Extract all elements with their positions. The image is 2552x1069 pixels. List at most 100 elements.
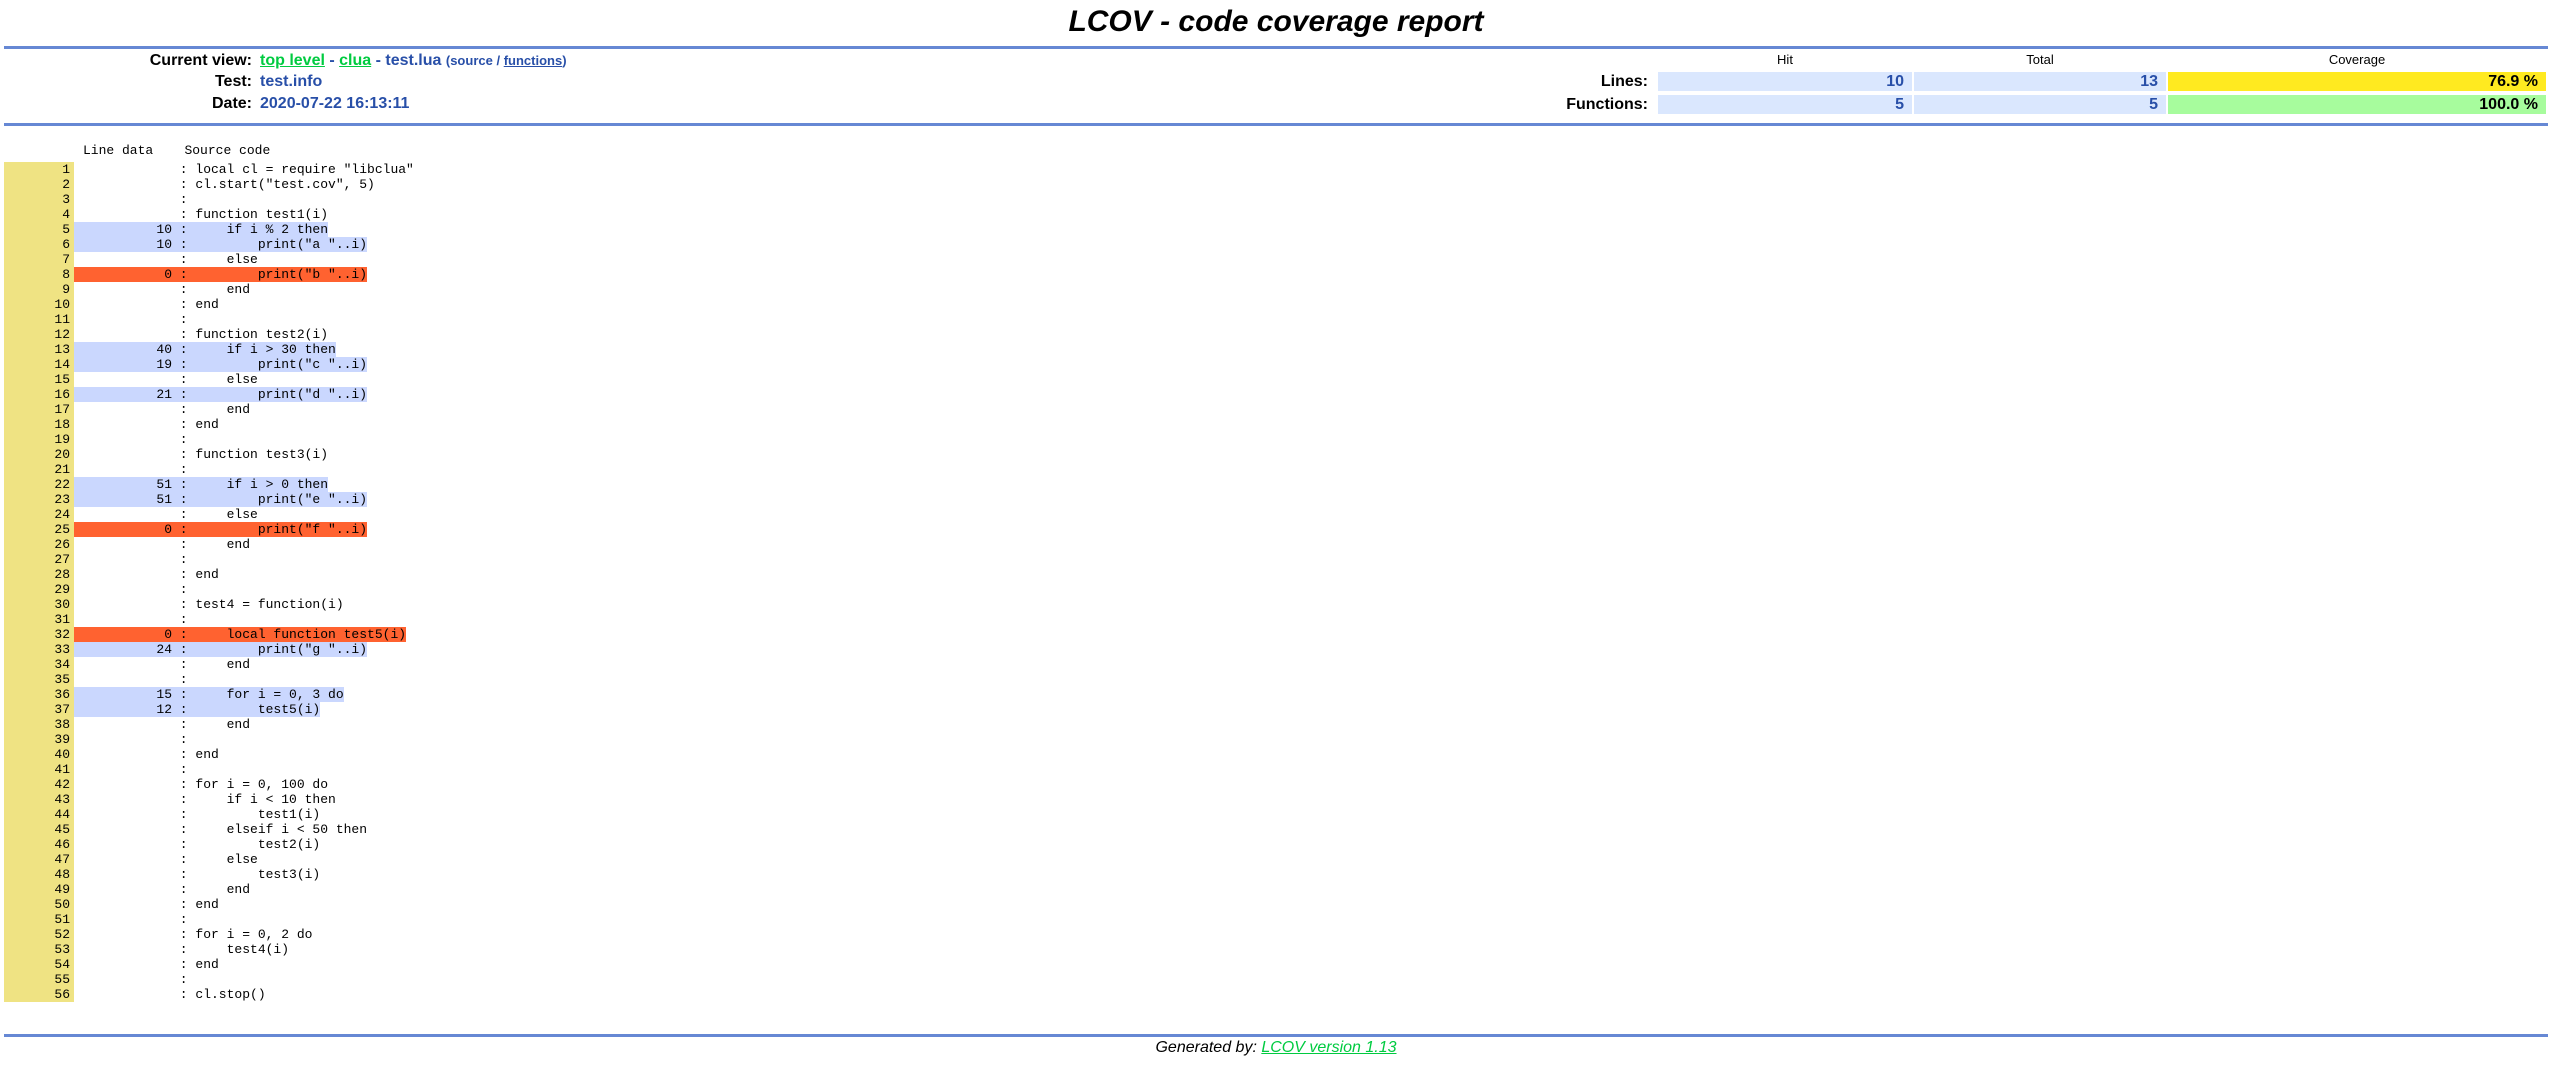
line-number[interactable]: 53 — [4, 942, 74, 957]
line-number[interactable]: 44 — [4, 807, 74, 822]
source-line: 54 : end — [4, 957, 414, 972]
line-number[interactable]: 21 — [4, 462, 74, 477]
line-coverage-plain: : end — [74, 747, 219, 762]
line-coverage-plain: : cl.stop() — [74, 987, 266, 1002]
line-number[interactable]: 26 — [4, 537, 74, 552]
line-number[interactable]: 17 — [4, 402, 74, 417]
line-number[interactable]: 37 — [4, 702, 74, 717]
source-text: print("a "..i) — [195, 237, 368, 252]
line-number[interactable]: 9 — [4, 282, 74, 297]
lines-total: 13 — [1914, 72, 2166, 91]
line-number[interactable]: 55 — [4, 972, 74, 987]
line-number[interactable]: 20 — [4, 447, 74, 462]
line-number[interactable]: 18 — [4, 417, 74, 432]
clua-link[interactable]: clua — [339, 52, 371, 69]
line-number[interactable]: 38 — [4, 717, 74, 732]
line-number[interactable]: 34 — [4, 657, 74, 672]
line-number[interactable]: 35 — [4, 672, 74, 687]
line-number[interactable]: 51 — [4, 912, 74, 927]
line-number[interactable]: 48 — [4, 867, 74, 882]
hit-count: 21 — [156, 387, 172, 402]
line-number[interactable]: 16 — [4, 387, 74, 402]
line-number[interactable]: 39 — [4, 732, 74, 747]
line-coverage-plain: : end — [74, 567, 219, 582]
line-number[interactable]: 33 — [4, 642, 74, 657]
line-number[interactable]: 42 — [4, 777, 74, 792]
line-number[interactable]: 43 — [4, 792, 74, 807]
source-line: 80 : print("b "..i) — [4, 267, 414, 282]
line-number[interactable]: 50 — [4, 897, 74, 912]
line-coverage-plain: : else — [74, 372, 258, 387]
line-number[interactable]: 52 — [4, 927, 74, 942]
count-separator: : — [172, 342, 196, 357]
functions-label: Functions: — [1566, 96, 1648, 113]
line-number[interactable]: 32 — [4, 627, 74, 642]
line-coverage-miss: 0 : print("b "..i) — [74, 267, 368, 282]
count-separator: : — [172, 747, 196, 762]
line-number[interactable]: 45 — [4, 822, 74, 837]
source-text: function test1(i) — [195, 207, 329, 222]
line-number[interactable]: 47 — [4, 852, 74, 867]
line-number[interactable]: 25 — [4, 522, 74, 537]
date-label: Date: — [211, 95, 252, 112]
line-coverage-hit: 15 : for i = 0, 3 do — [74, 687, 344, 702]
line-number[interactable]: 7 — [4, 252, 74, 267]
source-line: 6 10 : print("a "..i) — [4, 237, 414, 252]
line-number[interactable]: 49 — [4, 882, 74, 897]
line-number[interactable]: 13 — [4, 342, 74, 357]
source-line: 20 : function test3(i) — [4, 447, 414, 462]
line-number[interactable]: 36 — [4, 687, 74, 702]
line-number[interactable]: 40 — [4, 747, 74, 762]
line-number[interactable]: 24 — [4, 507, 74, 522]
line-number[interactable]: 14 — [4, 357, 74, 372]
count-separator: : — [172, 477, 196, 492]
lcov-version-link[interactable]: LCOV version 1.13 — [1261, 1039, 1396, 1056]
line-number[interactable]: 56 — [4, 987, 74, 1002]
hit-count: 10 — [156, 237, 172, 252]
source-text: test3(i) — [195, 867, 321, 882]
line-coverage-plain: : end — [74, 957, 219, 972]
source-line: 50 : end — [4, 897, 414, 912]
line-number[interactable]: 29 — [4, 582, 74, 597]
line-number[interactable]: 2 — [4, 177, 74, 192]
source-line: 43 : if i < 10 then — [4, 792, 414, 807]
line-coverage-plain: : function test1(i) — [74, 207, 328, 222]
line-number[interactable]: 19 — [4, 432, 74, 447]
line-number[interactable]: 6 — [4, 237, 74, 252]
source-text: end — [195, 747, 219, 762]
count-separator: : — [172, 912, 196, 927]
count-separator: : — [172, 462, 196, 477]
line-number[interactable]: 10 — [4, 297, 74, 312]
line-number[interactable]: 12 — [4, 327, 74, 342]
line-number[interactable]: 28 — [4, 567, 74, 582]
line-number[interactable]: 11 — [4, 312, 74, 327]
count-separator: : — [172, 702, 196, 717]
line-number[interactable]: 22 — [4, 477, 74, 492]
line-coverage-plain: : — [74, 732, 195, 747]
line-number[interactable]: 1 — [4, 162, 74, 177]
line-number[interactable]: 27 — [4, 552, 74, 567]
line-number[interactable]: 4 — [4, 207, 74, 222]
hit-count: 12 — [156, 702, 172, 717]
line-number[interactable]: 30 — [4, 597, 74, 612]
path-separator: - — [375, 52, 381, 69]
line-number[interactable]: 31 — [4, 612, 74, 627]
line-number[interactable]: 3 — [4, 192, 74, 207]
functions-view-link[interactable]: functions — [504, 53, 563, 68]
source-line: 41 : — [4, 762, 414, 777]
line-number[interactable]: 41 — [4, 762, 74, 777]
line-coverage-plain: : — [74, 312, 195, 327]
line-number[interactable]: 23 — [4, 492, 74, 507]
line-coverage-plain: : else — [74, 252, 258, 267]
line-number[interactable]: 15 — [4, 372, 74, 387]
source-line: 23 51 : print("e "..i) — [4, 492, 414, 507]
count-separator: : — [172, 267, 196, 282]
source-text: print("g "..i) — [195, 642, 368, 657]
source-view-link[interactable]: source — [450, 53, 493, 68]
lines-coverage: 76.9 % — [2168, 72, 2546, 91]
line-number[interactable]: 46 — [4, 837, 74, 852]
line-number[interactable]: 8 — [4, 267, 74, 282]
top-level-link[interactable]: top level — [260, 52, 325, 69]
line-number[interactable]: 54 — [4, 957, 74, 972]
line-number[interactable]: 5 — [4, 222, 74, 237]
